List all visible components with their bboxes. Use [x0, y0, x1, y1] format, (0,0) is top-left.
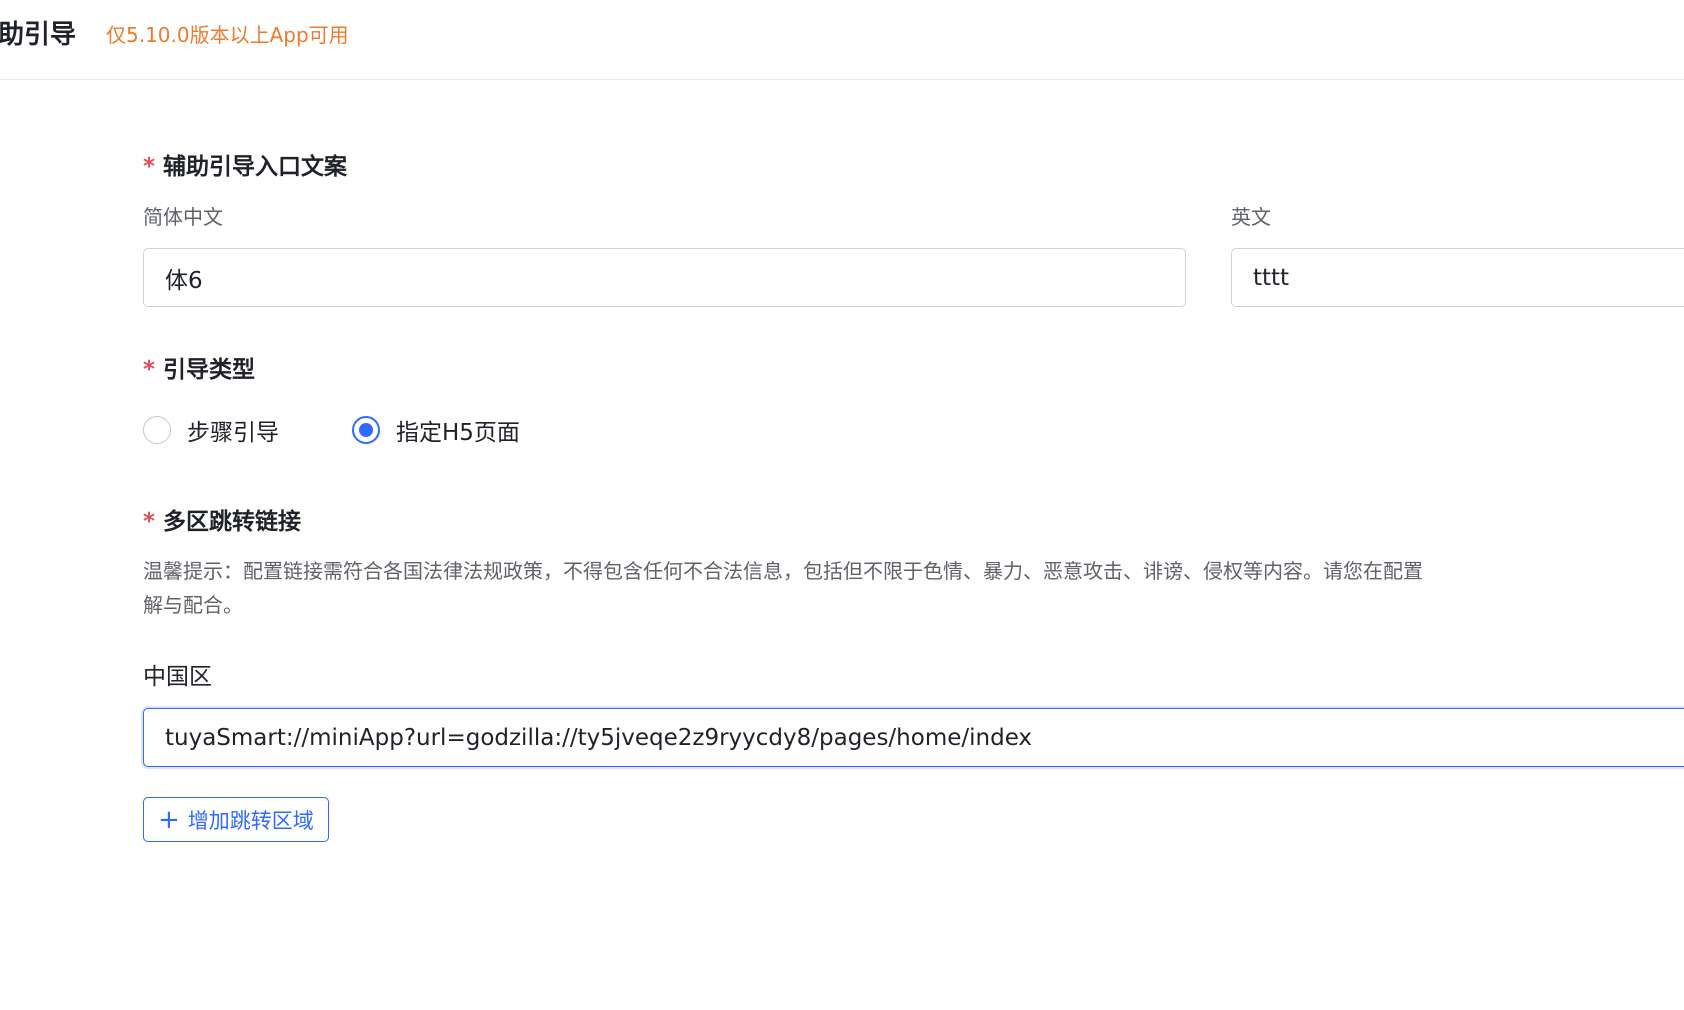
radio-label: 指定H5页面 [396, 420, 520, 446]
zh-text-input[interactable] [143, 248, 1186, 307]
guide-type-title: 引导类型 [163, 357, 256, 383]
entry-text-label: * 辅助引导入口文案 [143, 147, 347, 181]
add-region-label: 增加跳转区域 [187, 808, 314, 833]
required-mark: * [143, 357, 156, 383]
add-region-button[interactable]: + 增加跳转区域 [143, 797, 329, 842]
required-mark: * [143, 509, 156, 535]
region-label-china: 中国区 [143, 664, 212, 690]
china-link-input[interactable] [143, 708, 1684, 767]
multi-region-title: 多区跳转链接 [163, 509, 302, 535]
multi-region-label: * 多区跳转链接 [143, 502, 301, 536]
version-note: 仅5.10.0版本以上App可用 [106, 23, 349, 47]
legal-tip: 温馨提示：配置链接需符合各国法律法规政策，不得包含任何不合法信息，包括但不限于色… [143, 559, 1423, 617]
radio-dot [359, 423, 373, 437]
radio-label: 步骤引导 [187, 420, 279, 446]
radio-circle-checked[interactable] [352, 416, 380, 444]
en-text-input[interactable] [1231, 248, 1684, 307]
entry-text-title: 辅助引导入口文案 [163, 154, 348, 180]
page-title: 助引导 [0, 20, 77, 50]
zh-label: 简体中文 [143, 205, 223, 229]
required-mark: * [143, 154, 156, 180]
en-label: 英文 [1231, 205, 1271, 229]
plus-icon: + [158, 804, 180, 835]
guide-type-label: * 引导类型 [143, 350, 255, 384]
radio-step-guide[interactable]: 步骤引导 [143, 413, 279, 447]
page: 助引导 仅5.10.0版本以上App可用 * 辅助引导入口文案 简体中文 英文 *… [0, 0, 1684, 1010]
radio-circle[interactable] [143, 416, 171, 444]
radio-h5-page[interactable]: 指定H5页面 [352, 413, 520, 447]
page-header: 助引导 仅5.10.0版本以上App可用 [0, 0, 1684, 80]
